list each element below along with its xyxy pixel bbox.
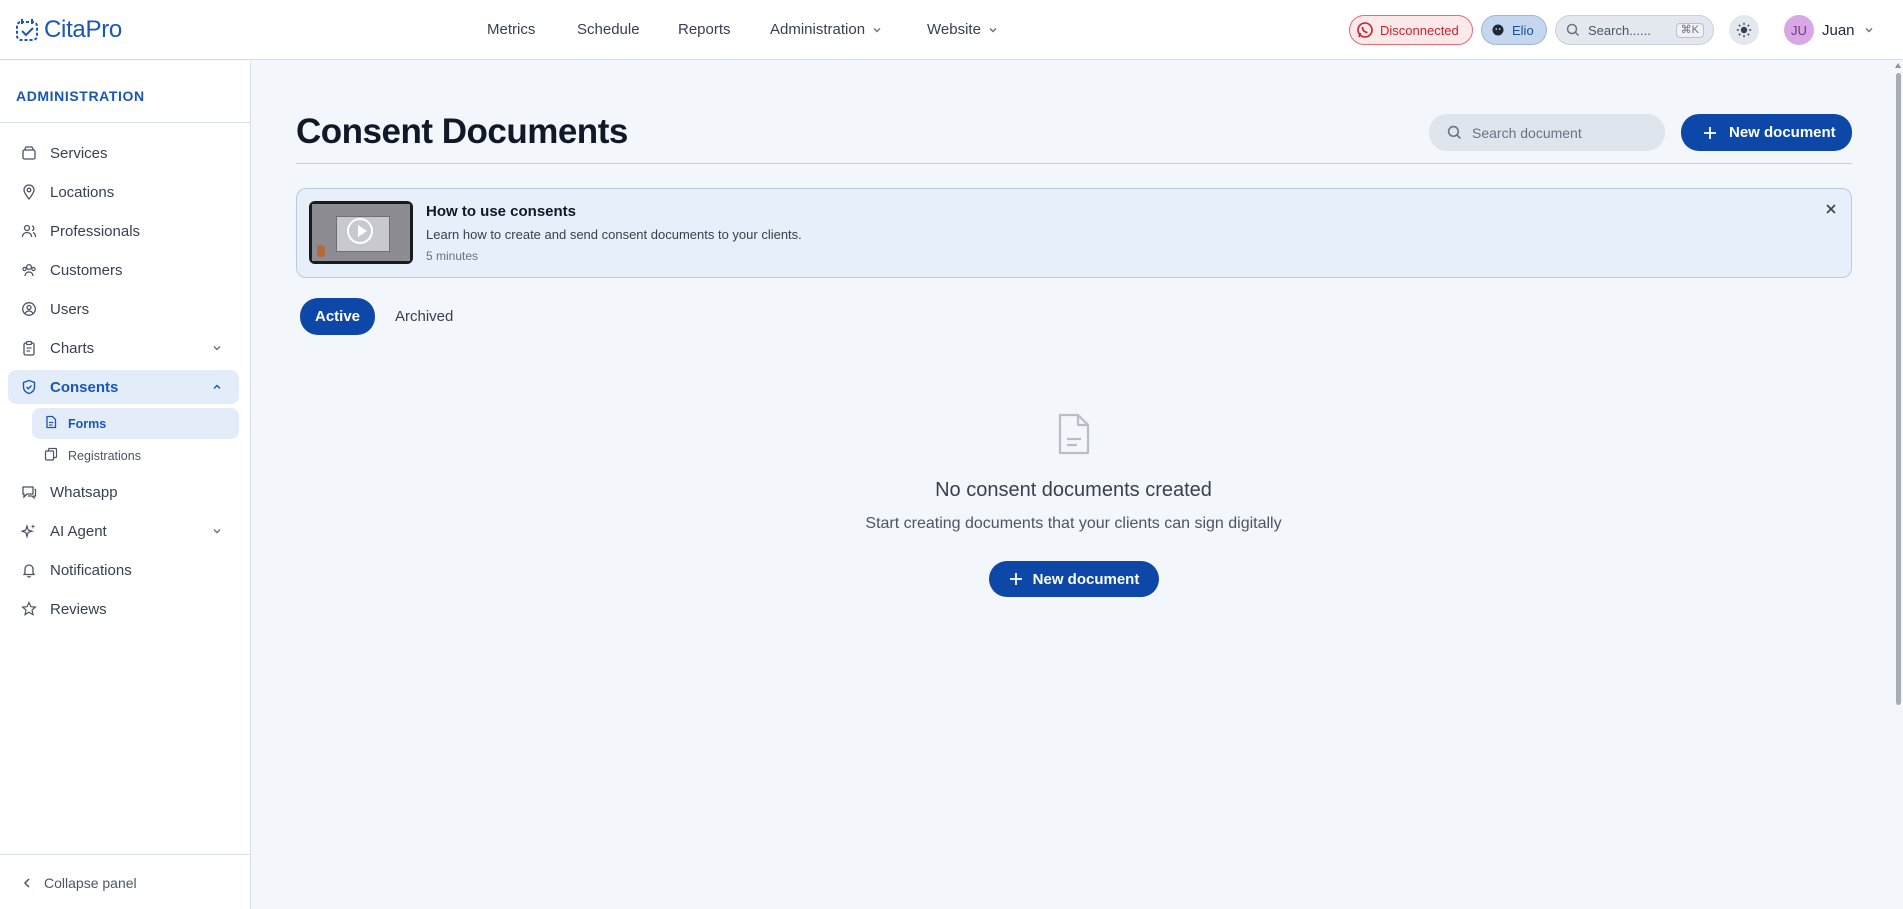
- nav-metrics-label: Metrics: [487, 21, 536, 38]
- sidebar-subitem-registrations[interactable]: Registrations: [32, 440, 239, 471]
- empty-state-subtitle: Start creating documents that your clien…: [865, 515, 1282, 532]
- ai-agent-badge[interactable]: Elio: [1481, 15, 1547, 45]
- document-empty-icon: [1058, 413, 1090, 455]
- tutorial-title: How to use consents: [426, 203, 577, 220]
- sidebar-item-customers[interactable]: Customers: [8, 253, 239, 287]
- sidebar-bottom-divider: [0, 854, 251, 855]
- sidebar-item-label: Notifications: [50, 561, 132, 579]
- top-bar: CitaPro Metrics Schedule Reports Adminis…: [0, 0, 1903, 60]
- nav-administration[interactable]: Administration: [770, 21, 883, 38]
- scrollbar-thumb[interactable]: [1896, 73, 1901, 705]
- new-document-label: New document: [1729, 124, 1836, 141]
- collapse-panel-label: Collapse panel: [44, 875, 137, 891]
- nav-schedule-label: Schedule: [577, 21, 640, 38]
- sidebar-item-label: Charts: [50, 339, 95, 357]
- search-shortcut: ⌘K: [1675, 23, 1704, 38]
- sidebar-divider: [0, 122, 251, 123]
- chevron-up-icon: [213, 384, 221, 389]
- sidebar-item-professionals[interactable]: Professionals: [8, 214, 239, 248]
- close-icon[interactable]: [1823, 201, 1839, 217]
- tutorial-video-thumbnail[interactable]: [309, 201, 413, 264]
- document-search-placeholder: Search document: [1472, 124, 1582, 141]
- chevron-down-icon: [989, 27, 997, 32]
- document-search-input[interactable]: Search document: [1429, 114, 1665, 151]
- whatsapp-status-badge[interactable]: Disconnected: [1349, 15, 1473, 45]
- chevron-down-icon: [1865, 28, 1873, 33]
- search-icon: [1566, 23, 1580, 37]
- theme-toggle-button[interactable]: [1729, 15, 1759, 45]
- box-icon: [20, 145, 37, 162]
- calendar-check-icon: [16, 19, 38, 41]
- map-pin-icon: [20, 184, 37, 201]
- app-logo[interactable]: CitaPro: [14, 16, 122, 44]
- nav-metrics[interactable]: Metrics: [487, 21, 535, 38]
- nav-reports[interactable]: Reports: [678, 21, 731, 38]
- play-icon[interactable]: [347, 218, 373, 244]
- tab-archived[interactable]: Archived: [395, 298, 453, 335]
- sidebar-item-services[interactable]: Services: [8, 136, 239, 170]
- plus-icon: [1704, 126, 1716, 139]
- empty-state-title: No consent documents created: [935, 479, 1212, 501]
- empty-new-document-button[interactable]: New document: [989, 561, 1159, 597]
- ai-agent-name: Elio: [1512, 22, 1534, 38]
- sidebar-item-consents[interactable]: Consents: [8, 370, 239, 404]
- clipboard-icon: [20, 340, 37, 357]
- users-icon: [20, 223, 37, 240]
- star-icon: [20, 601, 37, 618]
- user-menu[interactable]: JU Juan: [1784, 15, 1875, 45]
- avatar: JU: [1784, 15, 1814, 45]
- bell-icon: [20, 562, 37, 579]
- user-name: Juan: [1822, 21, 1855, 39]
- sidebar-subitem-label: Registrations: [68, 448, 141, 463]
- sidebar-subitem-label: Forms: [68, 416, 107, 431]
- sidebar-heading: ADMINISTRATION: [16, 88, 145, 104]
- sidebar-item-label: Consents: [50, 378, 119, 396]
- nav-administration-label: Administration: [770, 21, 866, 38]
- scroll-up-arrow-icon[interactable]: [1895, 63, 1901, 68]
- collapse-panel-button[interactable]: Collapse panel: [22, 875, 137, 891]
- sidebar-item-users[interactable]: Users: [8, 292, 239, 326]
- whatsapp-icon: [1357, 22, 1373, 38]
- app-logo-text: CitaPro: [44, 16, 122, 43]
- sidebar-subitem-forms[interactable]: Forms: [32, 408, 239, 439]
- sidebar-item-label: Locations: [50, 183, 115, 201]
- sidebar-item-charts[interactable]: Charts: [8, 331, 239, 365]
- sidebar-item-label: Reviews: [50, 600, 107, 618]
- copy-icon: [44, 447, 58, 464]
- nav-schedule[interactable]: Schedule: [577, 21, 640, 38]
- page-title: Consent Documents: [296, 112, 628, 151]
- whatsapp-status-label: Disconnected: [1380, 22, 1459, 38]
- chevron-left-icon: [23, 878, 30, 888]
- sidebar-item-label: Professionals: [50, 222, 141, 240]
- tutorial-description: Learn how to create and send consent doc…: [426, 227, 802, 242]
- sidebar-item-label: Customers: [50, 261, 123, 279]
- user-circle-icon: [20, 301, 37, 318]
- chevron-down-icon: [873, 27, 881, 32]
- sidebar-item-label: Users: [50, 300, 90, 318]
- tab-active[interactable]: Active: [300, 298, 375, 335]
- video-presenter: [317, 245, 325, 257]
- sun-icon: [1736, 22, 1752, 38]
- document-icon: [44, 415, 58, 432]
- global-search-placeholder: Search......: [1588, 22, 1651, 38]
- nav-website[interactable]: Website: [927, 21, 999, 38]
- global-search[interactable]: Search...... ⌘K: [1555, 15, 1714, 45]
- new-document-button[interactable]: New document: [1681, 114, 1852, 151]
- title-divider: [296, 163, 1852, 164]
- chevron-down-icon: [213, 346, 221, 351]
- nav-website-label: Website: [927, 21, 981, 38]
- sidebar-item-label: Services: [50, 144, 108, 162]
- sidebar-item-locations[interactable]: Locations: [8, 175, 239, 209]
- empty-new-document-label: New document: [1032, 570, 1140, 588]
- sidebar-item-reviews[interactable]: Reviews: [8, 592, 239, 626]
- bot-face-icon: [1492, 24, 1504, 36]
- search-icon: [1447, 125, 1461, 139]
- sidebar-item-notifications[interactable]: Notifications: [8, 553, 239, 587]
- tutorial-duration: 5 minutes: [426, 249, 479, 263]
- shield-check-icon: [20, 379, 37, 396]
- plus-icon: [1009, 573, 1022, 585]
- customers-icon: [20, 262, 37, 279]
- tutorial-banner: How to use consents Learn how to create …: [296, 188, 1852, 278]
- nav-reports-label: Reports: [678, 21, 731, 38]
